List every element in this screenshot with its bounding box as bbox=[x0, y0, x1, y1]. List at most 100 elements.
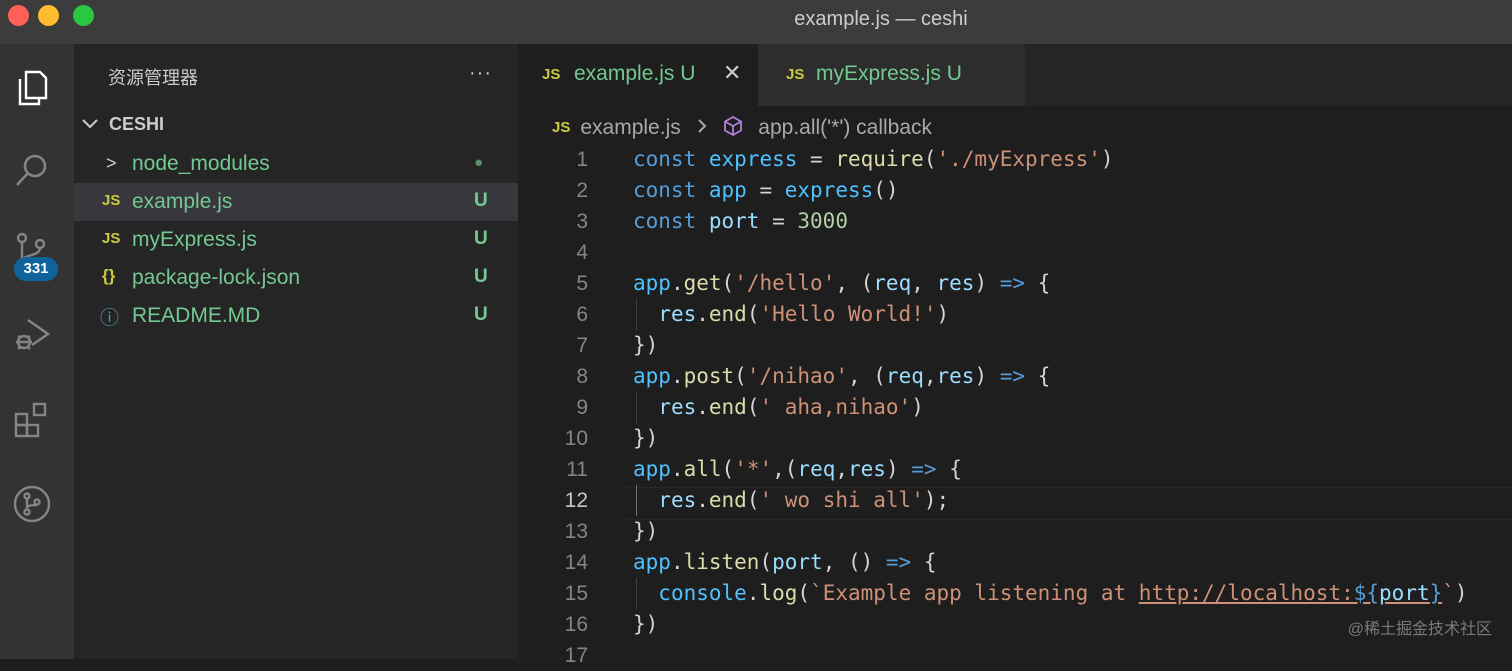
tab-status: U bbox=[680, 62, 696, 85]
line-number: 17 bbox=[564, 644, 588, 667]
method-symbol-icon bbox=[722, 115, 750, 142]
code-text: res.end(' wo shi all'); bbox=[658, 488, 950, 512]
tree-item-label: example.js bbox=[132, 190, 233, 213]
workspace-folder[interactable]: CESHI bbox=[82, 114, 164, 135]
git-status-badge: U bbox=[474, 190, 488, 211]
code-line[interactable]: 3 const port = 3000 bbox=[518, 206, 1512, 237]
chevron-down-icon bbox=[82, 114, 104, 135]
js-file-icon: JS bbox=[102, 192, 121, 209]
activity-bar: 331 bbox=[0, 44, 74, 659]
code-text: const app = express() bbox=[633, 178, 899, 202]
tree-item-label: README.MD bbox=[132, 304, 261, 327]
code-text: console.log(`Example app listening at ht… bbox=[658, 581, 1468, 605]
code-line[interactable]: 13}) bbox=[518, 516, 1512, 547]
code-line[interactable]: 5 app.get('/hello', (req, res) => { bbox=[518, 268, 1512, 299]
tree-item-node-modules[interactable]: > node_modules ● bbox=[74, 145, 518, 183]
code-line[interactable]: 7}) bbox=[518, 330, 1512, 361]
breadcrumb-symbol[interactable]: app.all('*') callback bbox=[758, 116, 932, 139]
line-number: 13 bbox=[564, 520, 588, 543]
line-number: 14 bbox=[564, 551, 588, 574]
tab-label: myExpress.js bbox=[816, 62, 941, 85]
code-line[interactable]: 4 bbox=[518, 237, 1512, 268]
line-number: 8 bbox=[576, 365, 588, 388]
code-line[interactable]: 14 app.listen(port, () => { bbox=[518, 547, 1512, 578]
explorer-sidebar: 资源管理器 ··· CESHI > node_modules ● JS exam… bbox=[74, 44, 518, 659]
tree-item-myexpress-js[interactable]: JS myExpress.js U bbox=[74, 221, 518, 259]
code-line[interactable]: 2 const app = express() bbox=[518, 175, 1512, 206]
tab-example-js[interactable]: JS example.js U ✕ bbox=[518, 44, 758, 106]
js-file-icon: JS bbox=[542, 66, 561, 83]
run-debug-icon[interactable] bbox=[0, 302, 64, 366]
line-number: 12 bbox=[564, 489, 588, 512]
tree-item-label: package-lock.json bbox=[132, 266, 301, 289]
code-line[interactable]: 11 app.all('*',(req,res) => { bbox=[518, 454, 1512, 485]
code-line[interactable]: 9 res.end(' aha,nihao') bbox=[518, 392, 1512, 423]
line-number: 10 bbox=[564, 427, 588, 450]
line-number: 4 bbox=[576, 241, 588, 264]
folder-name: CESHI bbox=[109, 114, 165, 134]
code-text: app.all('*',(req,res) => { bbox=[633, 457, 962, 481]
git-status-badge: U bbox=[474, 266, 488, 287]
indent-guide bbox=[636, 578, 637, 609]
tree-item-package-lock-json[interactable]: {} package-lock.json U bbox=[74, 259, 518, 297]
explorer-icon[interactable] bbox=[0, 56, 64, 120]
indent-guide bbox=[636, 299, 637, 330]
code-text: }) bbox=[633, 333, 659, 357]
code-line[interactable]: 6 res.end('Hello World!') bbox=[518, 299, 1512, 330]
extensions-icon[interactable] bbox=[0, 388, 64, 452]
line-number: 2 bbox=[576, 179, 588, 202]
code-text: }) bbox=[633, 519, 659, 543]
chevron-right-icon: > bbox=[106, 153, 117, 173]
tab-myexpress-js[interactable]: JS myExpress.js U bbox=[758, 44, 1025, 106]
git-graph-icon[interactable] bbox=[0, 472, 64, 536]
code-line[interactable]: 10}) bbox=[518, 423, 1512, 454]
code-text: app.post('/nihao', (req,res) => { bbox=[633, 364, 1051, 388]
source-control-badge: 331 bbox=[14, 257, 58, 281]
code-line[interactable]: 12 res.end(' wo shi all'); bbox=[518, 485, 1512, 516]
window-title: example.js — ceshi bbox=[794, 8, 968, 30]
line-number: 9 bbox=[576, 396, 588, 419]
code-line[interactable]: 15 console.log(`Example app listening at… bbox=[518, 578, 1512, 609]
tree-item-label: myExpress.js bbox=[132, 228, 257, 251]
status-dot-icon: ● bbox=[474, 154, 484, 171]
editor-tab-bar: JS example.js U ✕ JS myExpress.js U bbox=[518, 44, 1512, 106]
watermark: @稀土掘金技术社区 bbox=[1347, 621, 1492, 638]
close-icon[interactable]: ✕ bbox=[723, 60, 741, 86]
more-actions-icon[interactable]: ··· bbox=[469, 62, 492, 85]
tab-label: example.js bbox=[574, 62, 675, 85]
code-text: }) bbox=[633, 612, 659, 636]
line-number: 16 bbox=[564, 613, 588, 636]
search-icon[interactable] bbox=[0, 138, 64, 202]
json-file-icon: {} bbox=[102, 266, 116, 285]
code-text: app.get('/hello', (req, res) => { bbox=[633, 271, 1051, 295]
code-text: const port = 3000 bbox=[633, 209, 848, 233]
git-status-badge: U bbox=[474, 228, 488, 249]
info-icon: ⓘ bbox=[100, 308, 120, 329]
line-number: 1 bbox=[576, 148, 588, 171]
tree-item-example-js[interactable]: JS example.js U bbox=[74, 183, 518, 221]
js-file-icon: JS bbox=[102, 230, 121, 247]
title-bar: example.js — ceshi bbox=[0, 0, 1512, 44]
js-file-icon: JS bbox=[552, 119, 571, 136]
code-text: }) bbox=[633, 426, 659, 450]
code-line[interactable]: 17 bbox=[518, 640, 1512, 671]
explorer-title: 资源管理器 bbox=[108, 68, 198, 88]
code-line[interactable]: 1 const express = require('./myExpress') bbox=[518, 144, 1512, 175]
tab-status: U bbox=[946, 62, 962, 85]
line-number: 11 bbox=[566, 458, 588, 481]
line-number: 15 bbox=[564, 582, 588, 605]
indent-guide bbox=[636, 392, 637, 423]
git-status-badge: U bbox=[474, 304, 488, 325]
tree-item-readme-md[interactable]: ⓘ README.MD U bbox=[74, 297, 518, 335]
indent-guide bbox=[636, 485, 637, 516]
code-text: res.end(' aha,nihao') bbox=[658, 395, 924, 419]
code-text: const express = require('./myExpress') bbox=[633, 147, 1114, 171]
breadcrumb-file[interactable]: example.js bbox=[580, 116, 680, 139]
line-number: 3 bbox=[576, 210, 588, 233]
code-text: app.listen(port, () => { bbox=[633, 550, 937, 574]
code-text: res.end('Hello World!') bbox=[658, 302, 950, 326]
line-number: 5 bbox=[576, 272, 588, 295]
line-number: 7 bbox=[576, 334, 588, 357]
breadcrumb: JS example.js app.all('*') callback bbox=[552, 112, 932, 140]
code-line[interactable]: 8 app.post('/nihao', (req,res) => { bbox=[518, 361, 1512, 392]
